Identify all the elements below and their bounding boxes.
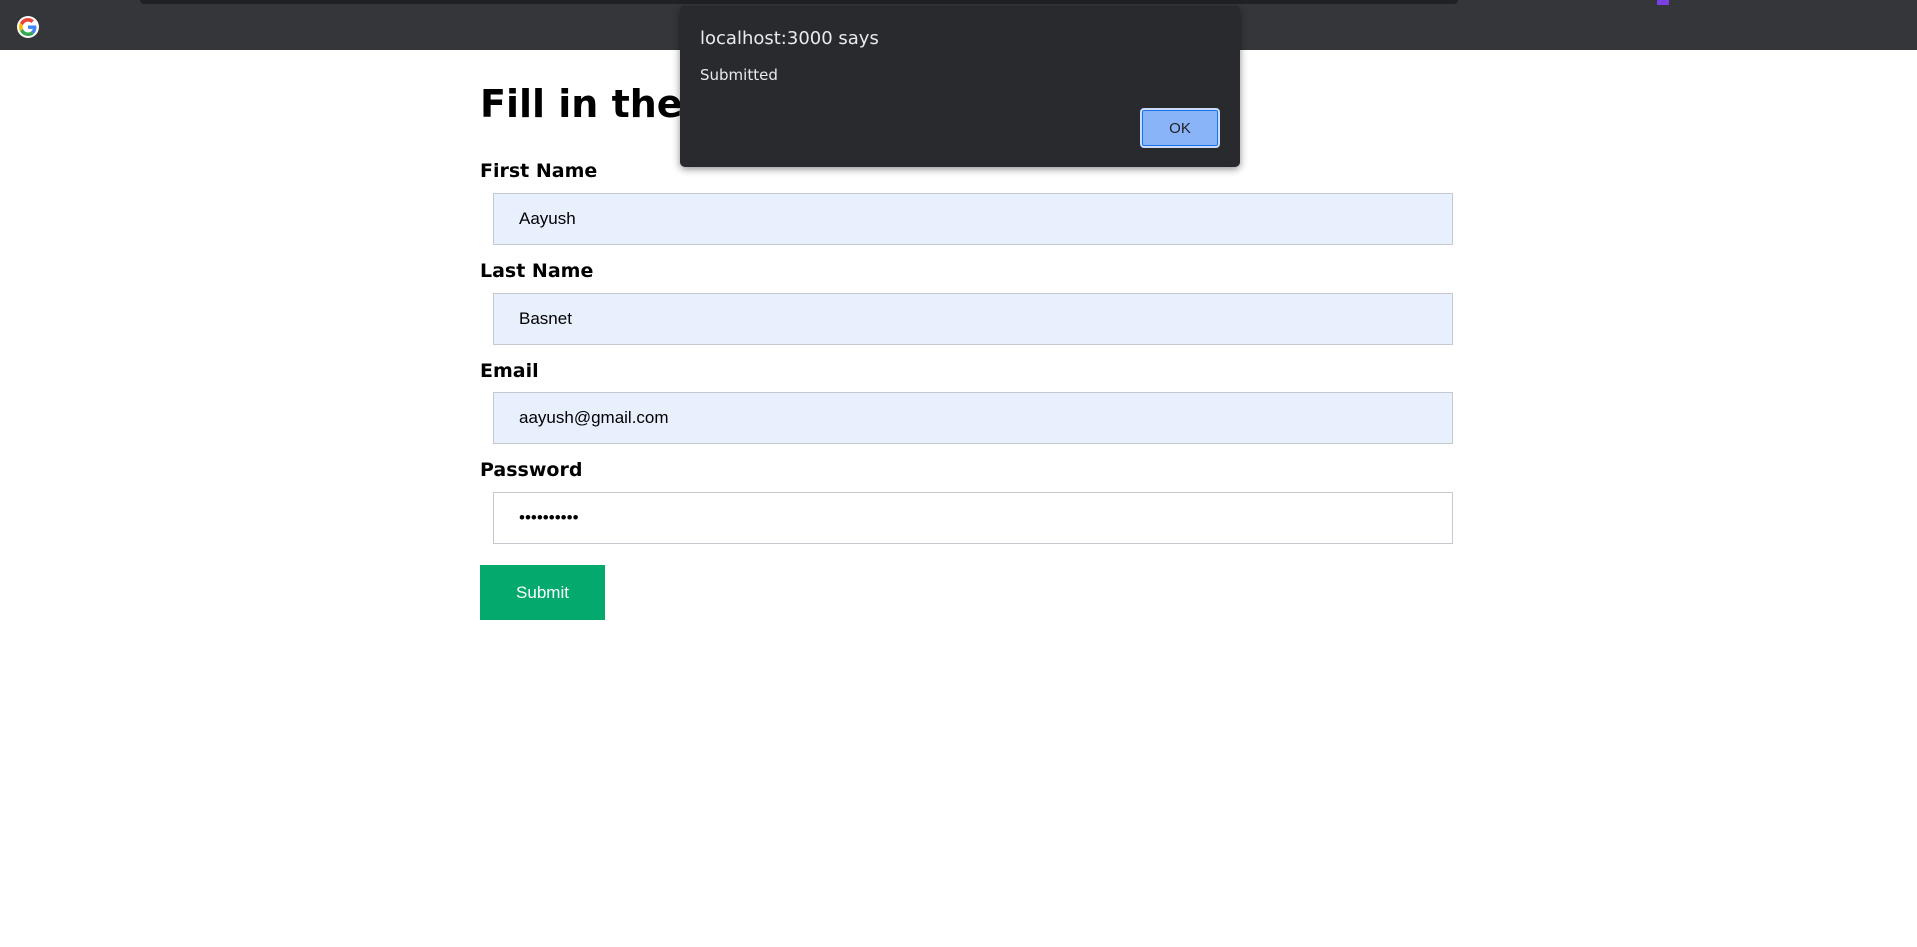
last-name-field[interactable] — [493, 293, 1453, 345]
first-name-label: First Name — [480, 160, 598, 182]
email-label: Email — [480, 360, 539, 382]
last-name-label: Last Name — [480, 260, 594, 282]
address-bar[interactable] — [140, 0, 1458, 4]
ok-button[interactable]: OK — [1140, 108, 1220, 148]
extension-badge[interactable] — [1657, 0, 1669, 5]
password-field[interactable] — [493, 492, 1453, 544]
google-icon[interactable] — [17, 16, 39, 38]
alert-dialog: localhost:3000 says Submitted OK — [680, 6, 1240, 167]
alert-message: Submitted — [700, 66, 778, 84]
password-label: Password — [480, 459, 583, 481]
submit-button[interactable]: Submit — [480, 565, 605, 620]
first-name-field[interactable] — [493, 193, 1453, 245]
email-field[interactable] — [493, 392, 1453, 444]
alert-title: localhost:3000 says — [700, 28, 879, 49]
